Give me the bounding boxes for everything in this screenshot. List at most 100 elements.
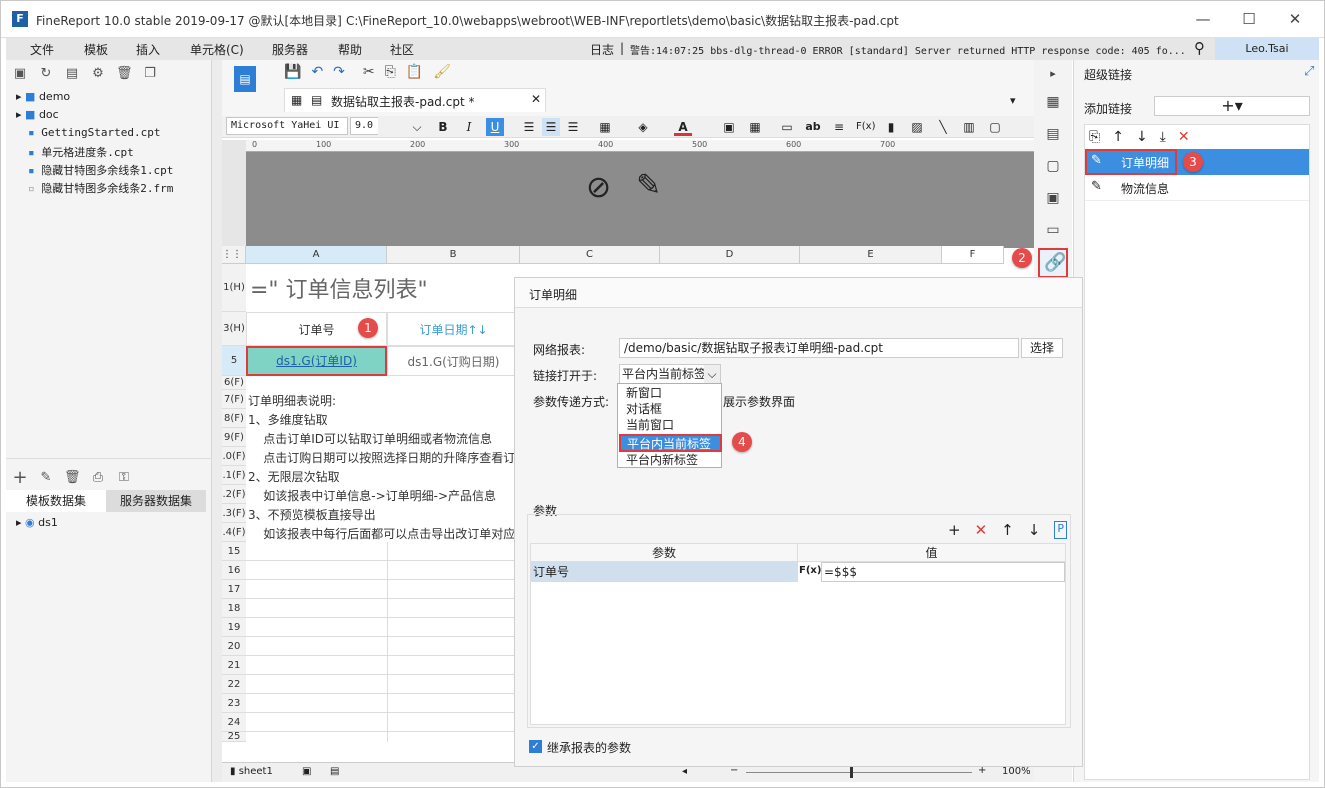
row-header-24[interactable]: 24 xyxy=(222,713,246,732)
row-header-12[interactable]: .2(F) xyxy=(222,485,246,504)
row-header-25[interactable]: 25 xyxy=(222,732,246,742)
copy-link-icon[interactable]: ⎘ xyxy=(1089,129,1100,145)
log-label[interactable]: 日志 xyxy=(590,41,614,58)
tree-item-progress[interactable]: ▪ 单元格进度条.cpt xyxy=(28,144,134,160)
user-name[interactable]: Leo.Tsai xyxy=(1215,38,1319,60)
tree-item-doc[interactable]: ▸ ■ doc xyxy=(16,108,59,121)
option-dialog[interactable]: 对话框 xyxy=(626,401,662,417)
open-icon[interactable]: ▤ xyxy=(64,66,80,82)
note-row[interactable]: 1、多维度钻取 xyxy=(248,411,328,428)
fx-icon[interactable]: F(x) xyxy=(799,565,821,576)
tab-close-icon[interactable]: ✕ xyxy=(531,92,541,106)
tab-server-dataset[interactable]: 服务器数据集 xyxy=(106,490,206,512)
note-row[interactable]: 3、不预览模板直接导出 xyxy=(248,506,376,523)
refresh-icon[interactable]: ↻ xyxy=(38,66,54,82)
cell-info-icon[interactable]: ▤ xyxy=(1043,124,1063,144)
format-painter-icon[interactable]: 🖌 xyxy=(433,64,451,80)
note-row[interactable]: 如该报表中订单信息->订单明细->产品信息 xyxy=(248,487,496,504)
row-header-16[interactable]: 16 xyxy=(222,561,246,580)
align-left-icon[interactable]: ☰ xyxy=(520,118,538,136)
chart-icon[interactable]: ▮ xyxy=(882,118,900,136)
widget-icon[interactable]: ▢ xyxy=(1043,156,1063,176)
minimize-button[interactable]: — xyxy=(1188,8,1218,30)
cell-order-date[interactable]: ds1.G(订购日期) xyxy=(387,346,520,376)
new-folder-icon[interactable]: ▣ xyxy=(12,66,28,82)
row-header-1[interactable]: 1(H) xyxy=(222,264,246,312)
select-report-button[interactable]: 选择 xyxy=(1021,338,1063,358)
tree-item-gantt2[interactable]: ▫ 隐藏甘特图多余线条2.frm xyxy=(28,180,173,196)
paste-icon[interactable]: 📋 xyxy=(406,64,423,80)
hyperlink-strip-button[interactable]: 🔗 xyxy=(1038,248,1068,278)
row-header-8[interactable]: 8(F) xyxy=(222,409,246,428)
param-name-cell[interactable]: 订单号 xyxy=(531,562,798,582)
open-in-select[interactable]: 平台内当前标签 ⌵ xyxy=(619,364,721,384)
inherit-checkbox[interactable]: ✓ xyxy=(529,740,542,753)
unmerge-icon[interactable]: ▦ xyxy=(746,118,764,136)
add-icon[interactable]: + xyxy=(12,469,28,487)
slash-icon[interactable]: ╲ xyxy=(934,118,952,136)
tab-list-icon[interactable]: ▾ xyxy=(1010,94,1016,107)
menu-help[interactable]: 帮助 xyxy=(338,41,362,58)
menu-server[interactable]: 服务器 xyxy=(272,41,308,58)
zoom-level[interactable]: 100% xyxy=(1002,766,1031,777)
pencil-icon[interactable]: ✎ xyxy=(636,168,661,203)
lock-icon[interactable]: ⚙ xyxy=(90,66,106,82)
option-platform-new-tab[interactable]: 平台内新标签 xyxy=(626,452,698,468)
param-down-icon[interactable]: ↓ xyxy=(1028,521,1041,539)
col-header-f[interactable]: F xyxy=(942,246,1004,264)
scroll-left-icon[interactable]: ◂ xyxy=(682,766,687,777)
note-row[interactable]: 如该报表中每行后面都可以点击导出改订单对应 xyxy=(248,525,514,542)
row-header-13[interactable]: .3(F) xyxy=(222,504,246,523)
col-header-a[interactable]: A xyxy=(246,246,387,264)
font-family-select[interactable]: Microsoft YaHei UI xyxy=(226,117,348,135)
move-bottom-icon[interactable]: ⤓ xyxy=(1160,129,1166,145)
dataset-settings-icon[interactable]: ⚿ xyxy=(116,470,132,486)
row-header-7[interactable]: 7(F) xyxy=(222,390,246,409)
add-sheet-icon[interactable]: ▣ xyxy=(302,766,311,777)
row-header-21[interactable]: 21 xyxy=(222,656,246,675)
bold-icon[interactable]: B xyxy=(434,118,452,136)
align-right-icon[interactable]: ☰ xyxy=(564,118,582,136)
font-size-dropdown-icon[interactable]: ⌵ xyxy=(408,118,426,136)
menu-cell[interactable]: 单元格(C) xyxy=(190,41,244,58)
condition-icon[interactable]: ▣ xyxy=(1043,188,1063,208)
header-cell-order-date[interactable]: 订单日期↑↓ xyxy=(387,312,520,346)
row-header-23[interactable]: 23 xyxy=(222,694,246,713)
tree-item-gettingstarted[interactable]: ▪ GettingStarted.cpt xyxy=(28,126,160,139)
insert-text-icon[interactable]: ▭ xyxy=(778,118,796,136)
row-header-19[interactable]: 19 xyxy=(222,618,246,637)
delete-icon[interactable]: 🗑 xyxy=(116,66,133,82)
add-link-button[interactable]: +▾ xyxy=(1154,96,1310,116)
param-up-icon[interactable]: ↑ xyxy=(1001,521,1014,539)
template-tab[interactable]: ▦ ▤ 数据钻取主报表-pad.cpt * ✕ xyxy=(284,88,546,112)
rich-text-icon[interactable]: ab xyxy=(804,118,822,136)
delete-link-icon[interactable]: ✕ xyxy=(1178,129,1190,145)
row-header-22[interactable]: 22 xyxy=(222,675,246,694)
paragraph-icon[interactable]: ≡ xyxy=(830,118,848,136)
row-header-14[interactable]: .4(F) xyxy=(222,523,246,542)
inherit-label[interactable]: 继承报表的参数 xyxy=(547,739,631,756)
menu-file[interactable]: 文件 xyxy=(30,41,54,58)
option-new-window[interactable]: 新窗口 xyxy=(626,385,662,401)
move-down-icon[interactable]: ↓ xyxy=(1136,129,1148,145)
report-title-cell[interactable]: =" 订单信息列表" xyxy=(250,272,428,304)
add-sheet-2-icon[interactable]: ▤ xyxy=(330,766,339,777)
note-row[interactable]: 点击订购日期可以按照选择日期的升降序查看订 xyxy=(248,449,514,466)
note-row[interactable]: 2、无限层次钻取 xyxy=(248,468,340,485)
empty-grid[interactable] xyxy=(246,542,520,742)
image-icon[interactable]: ▨ xyxy=(908,118,926,136)
preview-button[interactable]: ▤ xyxy=(234,66,256,92)
option-platform-current-tab[interactable]: 平台内当前标签 xyxy=(619,434,722,452)
move-up-icon[interactable]: ↑ xyxy=(1112,129,1124,145)
menu-template[interactable]: 模板 xyxy=(84,41,108,58)
cut-icon[interactable]: ✂ xyxy=(363,64,375,80)
cell-attr-icon[interactable]: ▦ xyxy=(1043,92,1063,112)
row-header-9[interactable]: 9(F) xyxy=(222,428,246,447)
tab-template-dataset[interactable]: 模板数据集 xyxy=(6,490,106,512)
search-icon[interactable]: ⚲ xyxy=(1194,39,1205,57)
collapse-gutter[interactable] xyxy=(212,60,222,782)
add-param-icon[interactable]: + xyxy=(948,521,961,539)
formula-icon[interactable]: F(x) xyxy=(856,118,875,136)
copy-cell-icon[interactable]: ⎘ xyxy=(385,64,396,80)
param-value-cell[interactable]: =$$$ xyxy=(821,562,1065,582)
